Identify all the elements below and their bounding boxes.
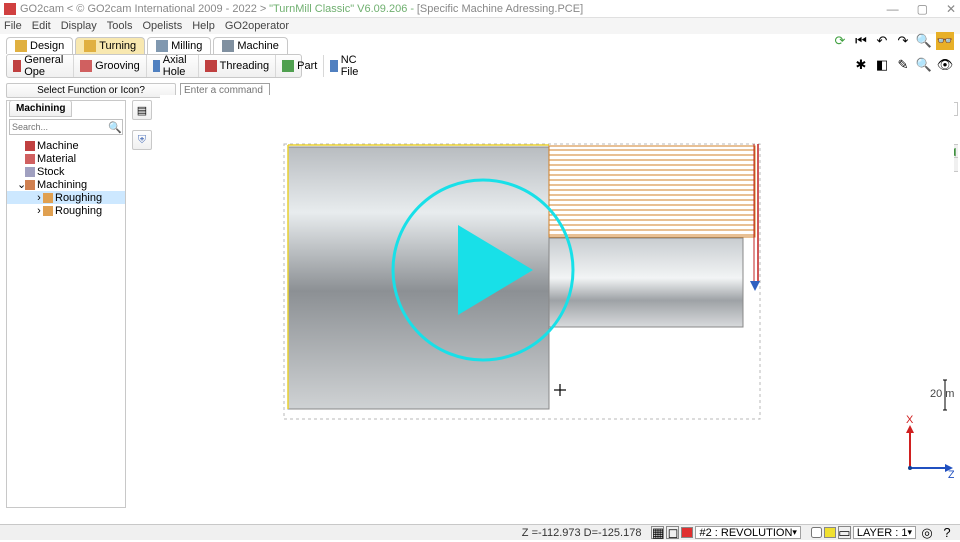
window-buttons: — ▢ ✕ xyxy=(887,2,956,16)
tree-panel: Machining 🔍 Machine Material Stock ⌄Mach… xyxy=(6,100,126,508)
menu-file[interactable]: File xyxy=(4,20,22,32)
svg-text:X: X xyxy=(906,414,914,426)
vis-checkbox[interactable] xyxy=(811,527,822,538)
right-tools-row2: ✱ ◧ ✎ 🔍 👁 xyxy=(852,56,954,74)
btn-grooving[interactable]: Grooving xyxy=(74,55,147,77)
refresh-icon[interactable]: ⟳ xyxy=(831,32,849,50)
btn-axial-hole[interactable]: Axial Hole xyxy=(147,55,199,77)
viewport[interactable]: 20 mm X Z xyxy=(160,95,954,522)
redo-icon[interactable]: ↷ xyxy=(894,32,912,50)
titlebar: GO2cam < © GO2cam International 2009 - 2… xyxy=(0,0,960,18)
tree-search: 🔍 xyxy=(9,119,123,135)
target-icon[interactable]: ◎ xyxy=(918,524,936,542)
prompt-label: Select Function or Icon? xyxy=(6,83,176,98)
tree-item-stock[interactable]: Stock xyxy=(7,165,125,178)
search-icon[interactable]: 🔍 xyxy=(915,32,933,50)
zoom-icon[interactable]: 🔍 xyxy=(915,56,933,74)
tab-turning[interactable]: Turning xyxy=(75,37,145,54)
maximize-button[interactable]: ▢ xyxy=(917,2,928,16)
expand-icon[interactable]: › xyxy=(35,192,43,204)
function-toolbar: General Ope Grooving Axial Hole Threadin… xyxy=(6,54,302,78)
side-column: ▤ ⛨ xyxy=(130,100,154,150)
tab-machine[interactable]: Machine xyxy=(213,37,288,54)
tree-item-roughing-1[interactable]: ›Roughing xyxy=(7,191,125,204)
eraser-icon[interactable]: ◧ xyxy=(873,56,891,74)
menu-go2operator[interactable]: GO2operator xyxy=(225,20,289,32)
undo-icon[interactable]: ↶ xyxy=(873,32,891,50)
threading-icon xyxy=(205,60,217,72)
status-coords: Z =-112.973 D=-125.178 xyxy=(0,527,651,539)
minimize-button[interactable]: — xyxy=(887,2,899,16)
menubar: File Edit Display Tools Opelists Help GO… xyxy=(0,18,960,34)
tree-items: Machine Material Stock ⌄Machining ›Rough… xyxy=(7,137,125,219)
machine-icon xyxy=(222,40,234,52)
grid-icon[interactable]: ▦ xyxy=(651,526,664,539)
mode-tabs: Design Turning Milling Machine xyxy=(0,34,960,54)
tree-item-material[interactable]: Material xyxy=(7,152,125,165)
expand-icon[interactable]: › xyxy=(35,205,43,217)
axis-widget: X Z xyxy=(906,414,954,481)
part-icon xyxy=(282,60,294,72)
menu-tools[interactable]: Tools xyxy=(107,20,133,32)
sheet-icon[interactable]: ▤ xyxy=(132,100,152,120)
tree-item-roughing-2[interactable]: ›Roughing xyxy=(7,204,125,217)
tree-item-machining[interactable]: ⌄Machining xyxy=(7,178,125,191)
layer-name-combo[interactable]: LAYER : 1 ▾ xyxy=(853,526,916,539)
svg-text:Z: Z xyxy=(948,469,954,481)
design-icon xyxy=(15,40,27,52)
axial-hole-icon xyxy=(153,60,160,72)
bug-icon[interactable]: ✱ xyxy=(852,56,870,74)
expand-icon[interactable]: ⌄ xyxy=(17,178,25,191)
tree-search-input[interactable] xyxy=(12,122,108,132)
turning-icon xyxy=(84,40,96,52)
help-icon[interactable]: ? xyxy=(938,524,956,542)
btn-threading[interactable]: Threading xyxy=(199,55,277,77)
color-swatch-red[interactable] xyxy=(681,527,693,538)
grooving-icon xyxy=(80,60,92,72)
btn-part[interactable]: Part xyxy=(276,55,324,77)
play-overlay[interactable] xyxy=(388,175,578,365)
title-text: GO2cam < © GO2cam International 2009 - 2… xyxy=(20,3,887,15)
tree-item-machine[interactable]: Machine xyxy=(7,139,125,152)
prev-icon[interactable]: ⏮ xyxy=(852,32,870,50)
milling-icon xyxy=(156,40,168,52)
tab-milling[interactable]: Milling xyxy=(147,37,211,54)
menu-opelists[interactable]: Opelists xyxy=(142,20,182,32)
shield-icon[interactable]: ⛨ xyxy=(132,130,152,150)
paint-icon[interactable]: ✎ xyxy=(894,56,912,74)
eye-icon[interactable]: 👁 xyxy=(936,56,954,74)
status-right: ▦ ◻ #2 : REVOLUTION ▾ ▭ LAYER : 1 ▾ ◎ ? xyxy=(651,524,960,542)
tab-design[interactable]: Design xyxy=(6,37,73,54)
search-icon[interactable]: 🔍 xyxy=(108,121,120,133)
goggles-icon[interactable]: 👓 xyxy=(936,32,954,50)
general-ope-icon xyxy=(13,60,21,72)
tree-tab-machining[interactable]: Machining xyxy=(9,100,72,117)
square-icon[interactable]: ◻ xyxy=(666,526,679,539)
menu-display[interactable]: Display xyxy=(61,20,97,32)
close-button[interactable]: ✕ xyxy=(946,2,956,16)
statusbar: Z =-112.973 D=-125.178 ▦ ◻ #2 : REVOLUTI… xyxy=(0,524,960,540)
right-tools-row1: ⟳ ⏮ ↶ ↷ 🔍 👓 xyxy=(831,32,954,50)
nc-file-icon xyxy=(330,60,337,72)
btn-general-ope[interactable]: General Ope xyxy=(7,55,74,77)
line-style-icon[interactable]: ▭ xyxy=(838,526,851,539)
menu-edit[interactable]: Edit xyxy=(32,20,51,32)
color-swatch-yellow[interactable] xyxy=(824,527,836,538)
layer-combo[interactable]: #2 : REVOLUTION ▾ xyxy=(695,526,800,539)
btn-nc-file[interactable]: NC File xyxy=(324,55,369,77)
scale-label: 20 mm xyxy=(930,388,954,400)
menu-help[interactable]: Help xyxy=(192,20,215,32)
app-icon xyxy=(4,3,16,15)
